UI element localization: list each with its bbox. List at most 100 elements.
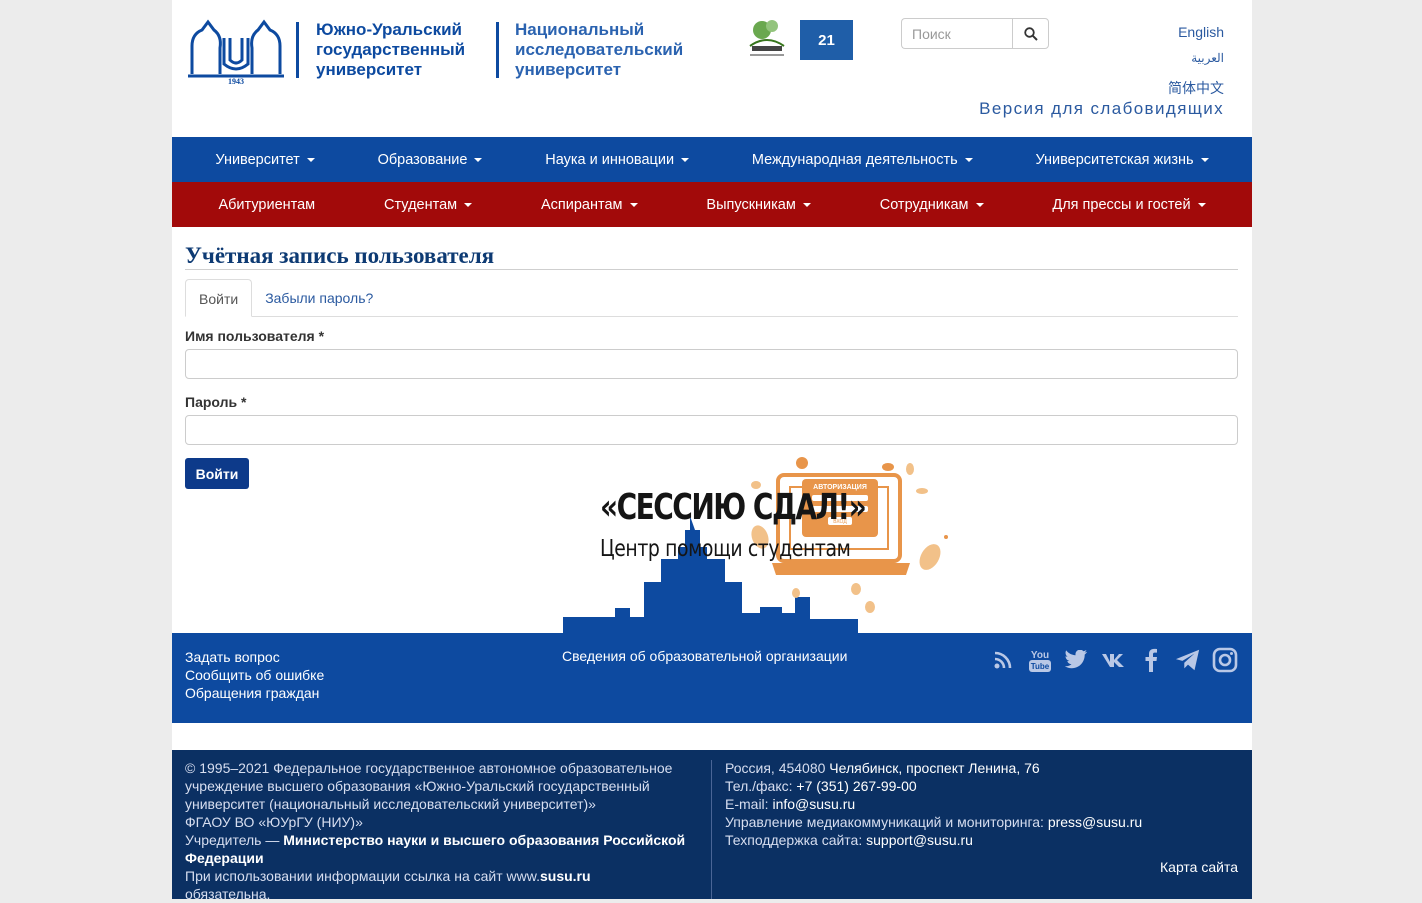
nav-label: Образование bbox=[377, 151, 468, 168]
youtube-icon[interactable]: You Tube bbox=[1027, 647, 1053, 673]
university-name[interactable]: Южно-Уральский государственный университ… bbox=[316, 20, 465, 80]
password-label-text: Пароль bbox=[185, 394, 238, 410]
caret-down-icon bbox=[975, 202, 984, 207]
telegram-icon[interactable] bbox=[1175, 647, 1201, 673]
lang-chinese[interactable]: 简体中文 bbox=[1168, 78, 1224, 98]
nav-students[interactable]: Студентам bbox=[384, 196, 473, 213]
search-icon bbox=[1023, 26, 1038, 41]
caret-down-icon bbox=[306, 157, 315, 162]
header-divider bbox=[296, 22, 299, 78]
page-title: Учётная запись пользователя bbox=[185, 227, 1238, 270]
footer-gap bbox=[172, 723, 1252, 750]
footer-link-ask[interactable]: Задать вопрос bbox=[185, 648, 324, 666]
nav-staff[interactable]: Сотрудникам bbox=[880, 197, 984, 213]
primary-nav: Университет Образование Наука и инноваци… bbox=[172, 137, 1252, 182]
press-email-link[interactable]: press@susu.ru bbox=[1048, 814, 1142, 830]
footer-legal: © 1995–2021 Федеральное государственное … bbox=[172, 750, 1252, 902]
footer-org-info-link[interactable]: Сведения об образовательной организации bbox=[562, 648, 847, 664]
nav-label: Сотрудникам bbox=[879, 196, 969, 213]
caret-down-icon bbox=[629, 202, 638, 207]
site-link[interactable]: susu.ru bbox=[540, 868, 591, 884]
footer-copy-suffix: обязательна. bbox=[185, 886, 271, 902]
instagram-icon[interactable] bbox=[1212, 647, 1238, 673]
username-label-text: Имя пользователя bbox=[185, 328, 315, 344]
footer-copy-notice: При использовании информации ссылка на с… bbox=[185, 867, 705, 885]
phone-link[interactable]: +7 (351) 267-99-00 bbox=[796, 778, 916, 794]
caret-down-icon bbox=[1200, 157, 1209, 162]
nav-label: Абитуриентам bbox=[218, 196, 316, 213]
svg-text:Tube: Tube bbox=[1031, 662, 1050, 671]
university-logo[interactable]: 1943 bbox=[184, 16, 288, 86]
nav-label: Университет bbox=[215, 151, 300, 168]
address-prefix: Россия, 454080 bbox=[725, 760, 830, 776]
caret-down-icon bbox=[681, 157, 690, 162]
password-field[interactable] bbox=[185, 415, 1238, 445]
rss-icon[interactable] bbox=[990, 647, 1016, 673]
footer-legal-line: ФГАОУ ВО «ЮУрГУ (НИУ)» bbox=[185, 814, 363, 830]
nav-label: Для прессы и гостей bbox=[1052, 196, 1191, 213]
email-prefix: E-mail: bbox=[725, 796, 773, 812]
nav-education[interactable]: Образование bbox=[378, 152, 483, 168]
audience-nav: Абитуриентам Студентам Аспирантам Выпуск… bbox=[172, 182, 1252, 227]
caret-down-icon bbox=[474, 157, 483, 162]
footer-address: Россия, 454080 Челябинск, проспект Ленин… bbox=[725, 759, 1142, 777]
nav-label: Университетская жизнь bbox=[1035, 151, 1194, 168]
footer-contacts: Россия, 454080 Челябинск, проспект Ленин… bbox=[725, 759, 1142, 849]
caret-down-icon bbox=[964, 157, 973, 162]
lang-english[interactable]: English bbox=[1178, 24, 1224, 40]
nav-alumni[interactable]: Выпускникам bbox=[706, 197, 811, 213]
search-form bbox=[901, 18, 1049, 49]
nav-campus-life[interactable]: Университетская жизнь bbox=[1035, 151, 1209, 168]
berezka-badge-icon[interactable] bbox=[744, 16, 790, 62]
sitemap-link[interactable]: Карта сайта bbox=[1160, 858, 1238, 876]
facebook-icon[interactable] bbox=[1138, 647, 1164, 673]
caret-down-icon bbox=[1197, 202, 1206, 207]
main-content: Учётная запись пользователя Войти Забыли… bbox=[172, 227, 1252, 633]
twitter-icon[interactable] bbox=[1064, 647, 1090, 673]
footer-link-citizen-appeals[interactable]: Обращения граждан bbox=[185, 684, 324, 702]
footer-legal-line: университет (национальный исследовательс… bbox=[185, 796, 596, 812]
svg-text:You: You bbox=[1031, 650, 1049, 661]
login-tabs: Войти Забыли пароль? bbox=[185, 279, 1238, 317]
username-field[interactable] bbox=[185, 349, 1238, 379]
username-label: Имя пользователя * bbox=[185, 328, 1238, 344]
email-link[interactable]: info@susu.ru bbox=[772, 796, 855, 812]
nav-label: Студентам bbox=[384, 196, 458, 213]
nav-international[interactable]: Международная деятельность bbox=[752, 152, 973, 168]
address-link[interactable]: Челябинск, проспект Ленина, 76 bbox=[829, 760, 1039, 776]
password-label: Пароль * bbox=[185, 394, 1238, 410]
year-badge[interactable]: 21 bbox=[800, 20, 853, 60]
nav-label: Аспирантам bbox=[541, 196, 623, 213]
nav-science[interactable]: Наука и инновации bbox=[545, 152, 690, 168]
nav-university[interactable]: Университет bbox=[215, 151, 315, 168]
footer-links: Задать вопрос Сообщить об ошибке Обращен… bbox=[185, 648, 324, 702]
founder-prefix: Учредитель — bbox=[185, 832, 284, 848]
press-prefix: Управление медиакоммуникаций и мониторин… bbox=[725, 814, 1048, 830]
footer-phone: Тел./факс: +7 (351) 267-99-00 bbox=[725, 777, 1142, 795]
niu-name: Национальный исследовательский университ… bbox=[515, 20, 684, 79]
tab-login[interactable]: Войти bbox=[185, 279, 253, 317]
footer-press: Управление медиакоммуникаций и мониторин… bbox=[725, 813, 1142, 831]
support-email-link[interactable]: support@susu.ru bbox=[866, 832, 973, 848]
banner-title: «СЕССИЮ СДАЛ!» bbox=[600, 487, 867, 528]
nav-postgraduates[interactable]: Аспирантам bbox=[541, 197, 638, 213]
phone-prefix: Тел./факс: bbox=[725, 778, 797, 794]
vk-icon[interactable] bbox=[1101, 647, 1127, 673]
tab-forgot-password[interactable]: Забыли пароль? bbox=[252, 279, 386, 317]
required-mark: * bbox=[318, 328, 325, 344]
footer-legal-line: © 1995–2021 Федеральное государственное … bbox=[185, 760, 673, 776]
login-button[interactable]: Войти bbox=[185, 458, 249, 489]
banner-subtitle: Центр помощи студентам bbox=[600, 536, 851, 562]
low-vision-link[interactable]: Версия для слабовидящих bbox=[979, 99, 1224, 119]
lang-arabic[interactable]: العربية bbox=[1191, 51, 1224, 65]
footer-legal-line: учреждение высшего образования «Южно-Ура… bbox=[185, 778, 650, 794]
social-links: You Tube bbox=[990, 647, 1238, 673]
logo-year: 1943 bbox=[228, 77, 244, 86]
search-button[interactable] bbox=[1012, 18, 1049, 49]
footer-divider bbox=[711, 760, 712, 899]
caret-down-icon bbox=[802, 202, 811, 207]
nav-applicants[interactable]: Абитуриентам bbox=[218, 197, 315, 213]
nav-press-guests[interactable]: Для прессы и гостей bbox=[1052, 196, 1206, 213]
footer-link-report-error[interactable]: Сообщить об ошибке bbox=[185, 666, 324, 684]
search-input[interactable] bbox=[901, 18, 1012, 49]
